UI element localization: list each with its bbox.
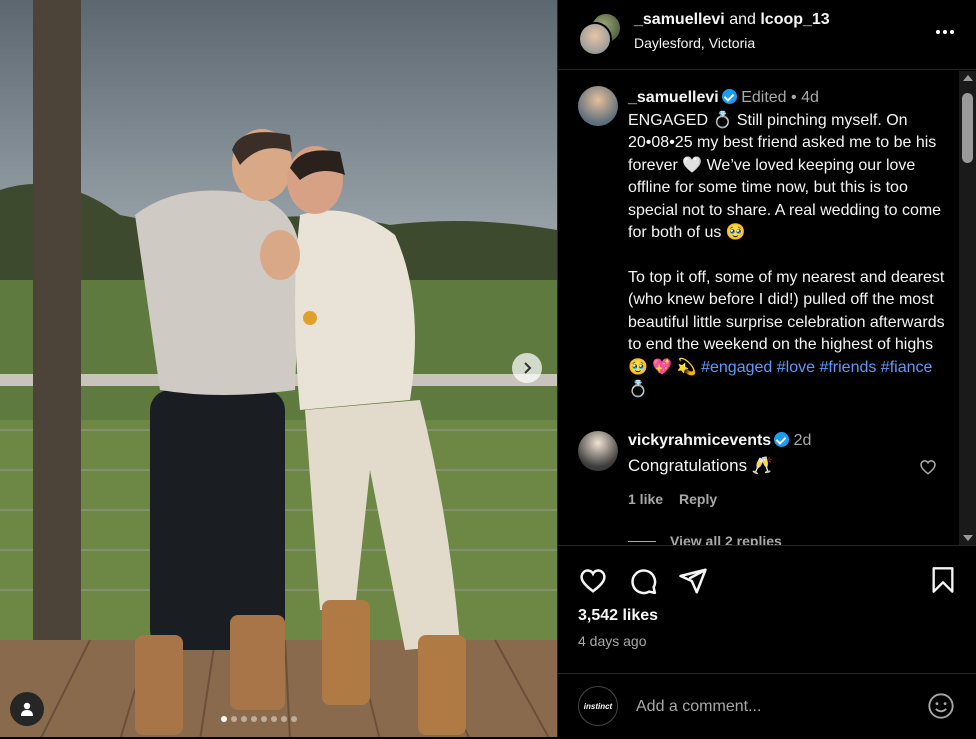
- next-photo-button[interactable]: [512, 353, 542, 383]
- avatar: [578, 22, 612, 56]
- comment-icon[interactable]: [628, 566, 658, 596]
- more-icon: [936, 30, 940, 34]
- edited-label: Edited: [741, 89, 787, 106]
- comment: vickyrahmicevents 2d Congratulations 🥂: [628, 432, 918, 476]
- view-replies-button[interactable]: View all 2 replies: [628, 533, 782, 545]
- scrollbar-thumb[interactable]: [962, 93, 973, 163]
- scrollbar[interactable]: [959, 71, 976, 545]
- bookmark-icon[interactable]: [930, 566, 956, 594]
- carousel-dot: [291, 716, 297, 722]
- carousel-dot: [271, 716, 277, 722]
- share-icon[interactable]: [678, 566, 708, 596]
- user-tag-icon: [21, 702, 33, 716]
- heart-icon[interactable]: [918, 457, 938, 477]
- carousel-indicator: [221, 716, 297, 722]
- post-timestamp: 4 days ago: [578, 633, 647, 649]
- heart-icon[interactable]: [578, 566, 608, 594]
- carousel-dot: [251, 716, 257, 722]
- location-link[interactable]: Daylesford, Victoria: [634, 35, 755, 51]
- avatar[interactable]: [578, 431, 618, 471]
- verified-icon: [774, 432, 790, 447]
- username-link[interactable]: lcoop_13: [760, 11, 829, 28]
- post-actions: 3,542 likes 4 days ago instinct: [558, 545, 976, 738]
- user-tag-button[interactable]: [10, 692, 44, 726]
- carousel-dot: [241, 716, 247, 722]
- likes-count[interactable]: 3,542 likes: [578, 607, 658, 625]
- caption-paragraph-1: ENGAGED 💍 Still pinching myself. On 20•0…: [628, 111, 942, 242]
- comment-likes[interactable]: 1 like: [628, 491, 663, 507]
- post-detail-panel: _samuellevi and lcoop_13 Daylesford, Vic…: [557, 0, 976, 737]
- post-header: _samuellevi and lcoop_13 Daylesford, Vic…: [558, 0, 976, 70]
- divider: [628, 540, 656, 542]
- carousel-dot: [281, 716, 287, 722]
- comment-text: Congratulations 🥂: [628, 456, 773, 475]
- carousel-dot: [221, 716, 227, 722]
- separator: •: [791, 89, 797, 106]
- avatar[interactable]: [578, 86, 618, 126]
- chevron-right-icon: [524, 362, 532, 374]
- post-photo[interactable]: [0, 0, 557, 737]
- more-icon: [950, 30, 954, 34]
- username-link[interactable]: _samuellevi: [634, 11, 725, 28]
- reply-button[interactable]: Reply: [679, 491, 717, 507]
- comment-input[interactable]: [634, 694, 908, 720]
- carousel-dot: [231, 716, 237, 722]
- emoji-icon[interactable]: [927, 692, 955, 720]
- more-options-button[interactable]: [936, 30, 954, 34]
- comments-scroll-area[interactable]: _samuellevi Edited • 4d ENGAGED 💍 Still …: [558, 71, 976, 545]
- scroll-up-icon[interactable]: [963, 75, 973, 81]
- scroll-down-icon[interactable]: [963, 535, 973, 541]
- engagement-photo: [0, 0, 557, 737]
- comment-composer: instinct: [558, 673, 976, 739]
- avatar: instinct: [578, 686, 618, 726]
- comment-username[interactable]: vickyrahmicevents: [628, 432, 771, 449]
- view-replies-label: View all 2 replies: [670, 533, 782, 545]
- comment-age: 2d: [793, 432, 812, 449]
- caption-age: 4d: [801, 89, 819, 106]
- carousel-dot: [261, 716, 267, 722]
- collab-avatars[interactable]: [578, 12, 622, 56]
- collab-usernames: _samuellevi and lcoop_13: [634, 11, 830, 29]
- more-icon: [943, 30, 947, 34]
- joiner-text: and: [729, 11, 756, 28]
- verified-icon: [721, 89, 737, 104]
- caption-username[interactable]: _samuellevi: [628, 89, 719, 106]
- post-caption: _samuellevi Edited • 4d ENGAGED 💍 Still …: [628, 87, 946, 402]
- comment-meta: 1 like Reply: [628, 491, 717, 507]
